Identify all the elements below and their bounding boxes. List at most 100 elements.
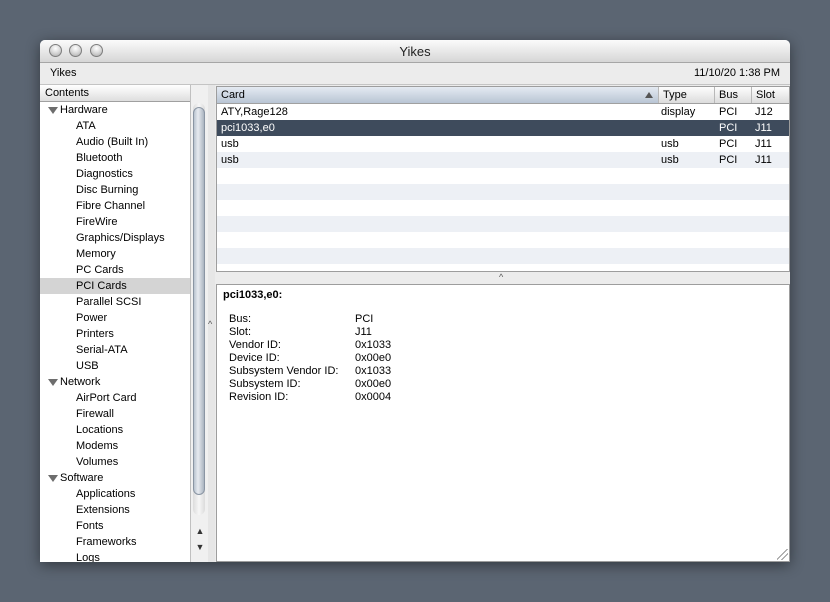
sidebar-item-label: Bluetooth [76, 152, 123, 164]
cell-card: usb [221, 154, 239, 166]
table-row[interactable]: usb usb PCI J11 [217, 152, 789, 168]
sidebar-item-label: Memory [76, 248, 116, 260]
sort-ascending-icon [645, 92, 653, 98]
resize-grip-icon[interactable] [777, 549, 788, 560]
property-value: 0x00e0 [355, 378, 392, 390]
disclosure-triangle-icon[interactable] [48, 475, 58, 482]
sidebar-item-ata[interactable]: ATA [40, 118, 190, 134]
sidebar-item-label: Hardware [60, 104, 108, 116]
sidebar-item-pc-cards[interactable]: PC Cards [40, 262, 190, 278]
property-value: 0x1033 [355, 339, 392, 351]
sidebar-item-serial-ata[interactable]: Serial-ATA [40, 342, 190, 358]
sidebar-item-label: Parallel SCSI [76, 296, 142, 308]
sidebar-item-label: Modems [76, 440, 119, 452]
sidebar-item-label: Volumes [76, 456, 119, 468]
splitter-handle-icon: ^ [499, 272, 504, 282]
sidebar-item-label: Extensions [76, 504, 130, 516]
scroll-down-arrow-icon[interactable]: ▼ [194, 541, 206, 553]
contents-header-label: Contents [45, 87, 90, 99]
sidebar-item-network[interactable]: Network [40, 374, 190, 390]
sidebar-item-diagnostics[interactable]: Diagnostics [40, 166, 190, 182]
table-row[interactable]: ATY,Rage128 display PCI J12 [217, 104, 789, 120]
vertical-splitter[interactable]: ^ [208, 85, 215, 562]
cell-slot: J11 [755, 138, 772, 150]
sidebar-item-label: USB [76, 360, 99, 372]
sidebar-item-label: Serial-ATA [76, 344, 128, 356]
property-row: Device ID: 0x00e0 [229, 352, 529, 365]
cell-bus: PCI [719, 122, 738, 134]
column-header-type[interactable]: Type [659, 87, 715, 103]
sidebar-item-label: FireWire [76, 216, 118, 228]
cell-type: display [661, 106, 696, 118]
cell-card: pci1033,e0 [221, 122, 275, 134]
cell-card: usb [221, 138, 239, 150]
table-row[interactable]: usb usb PCI J11 [217, 136, 789, 152]
property-key: Slot: [229, 326, 252, 338]
sidebar-item-power[interactable]: Power [40, 310, 190, 326]
sidebar-item-label: Applications [76, 488, 136, 500]
title-bar[interactable]: Yikes [40, 40, 790, 63]
datetime: 11/10/20 1:38 PM [693, 67, 780, 79]
sidebar-item-label: PCI Cards [76, 280, 127, 292]
table-header: Card Type Bus Slot [217, 87, 789, 104]
sidebar-item-frameworks[interactable]: Frameworks [40, 534, 190, 550]
sidebar-item-label: Firewall [76, 408, 114, 420]
sidebar-item-firewire[interactable]: FireWire [40, 214, 190, 230]
property-key: Subsystem Vendor ID: [229, 365, 339, 377]
cell-slot: J12 [755, 106, 773, 118]
contents-header[interactable]: Contents [40, 85, 191, 102]
window-title: Yikes [399, 44, 431, 59]
sidebar-item-label: Printers [76, 328, 114, 340]
sidebar-item-pci-cards[interactable]: PCI Cards [40, 278, 190, 294]
column-header-card[interactable]: Card [217, 87, 659, 103]
property-key: Bus: [229, 313, 252, 325]
sidebar-item-disc-burning[interactable]: Disc Burning [40, 182, 190, 198]
sidebar-item-bluetooth[interactable]: Bluetooth [40, 150, 190, 166]
property-value: J11 [355, 326, 372, 338]
property-value: PCI [355, 313, 374, 325]
table-row[interactable]: pci1033,e0 PCI J11 [217, 120, 789, 136]
sidebar-item-usb[interactable]: USB [40, 358, 190, 374]
sidebar-item-firewall[interactable]: Firewall [40, 406, 190, 422]
sidebar-item-audio-built-in[interactable]: Audio (Built In) [40, 134, 190, 150]
sidebar-item-modems[interactable]: Modems [40, 438, 190, 454]
column-header-bus[interactable]: Bus [715, 87, 752, 103]
sidebar-item-printers[interactable]: Printers [40, 326, 190, 342]
cell-slot: J11 [755, 122, 772, 134]
sidebar-item-label: Fonts [76, 520, 104, 532]
property-value: 0x1033 [355, 365, 392, 377]
property-key: Device ID: [229, 352, 280, 364]
info-bar: Yikes 11/10/20 1:38 PM [40, 63, 790, 85]
table-row [217, 184, 789, 200]
sidebar-item-graphics-displays[interactable]: Graphics/Displays [40, 230, 190, 246]
sidebar-item-parallel-scsi[interactable]: Parallel SCSI [40, 294, 190, 310]
sidebar-item-applications[interactable]: Applications [40, 486, 190, 502]
disclosure-triangle-icon[interactable] [48, 107, 58, 114]
sidebar-item-fonts[interactable]: Fonts [40, 518, 190, 534]
sidebar-item-memory[interactable]: Memory [40, 246, 190, 262]
sidebar-item-locations[interactable]: Locations [40, 422, 190, 438]
sidebar-item-volumes[interactable]: Volumes [40, 454, 190, 470]
table-row [217, 200, 789, 216]
contents-tree: Hardware ATA Audio (Built In) Bluetooth Diag… [40, 102, 190, 562]
horizontal-splitter[interactable]: ^ [216, 272, 790, 284]
disclosure-triangle-icon[interactable] [48, 379, 58, 386]
table-row [217, 168, 789, 184]
column-header-slot[interactable]: Slot [752, 87, 789, 103]
scroll-thumb[interactable] [193, 107, 205, 495]
sidebar-item-extensions[interactable]: Extensions [40, 502, 190, 518]
cell-type: usb [661, 138, 679, 150]
cell-type: usb [661, 154, 679, 166]
cell-bus: PCI [719, 106, 738, 118]
scroll-up-arrow-icon[interactable]: ▲ [194, 525, 206, 537]
sidebar-item-fibre-channel[interactable]: Fibre Channel [40, 198, 190, 214]
sidebar-scrollbar[interactable]: ▲ ▼ [190, 85, 209, 562]
sidebar-item-hardware[interactable]: Hardware [40, 102, 190, 118]
property-key: Revision ID: [229, 391, 289, 403]
sidebar-item-label: Network [60, 376, 101, 388]
sidebar-item-software[interactable]: Software [40, 470, 190, 486]
property-row: Subsystem ID: 0x00e0 [229, 378, 529, 391]
cell-card: ATY,Rage128 [221, 106, 288, 118]
sidebar-item-logs[interactable]: Logs [40, 550, 190, 562]
sidebar-item-airport-card[interactable]: AirPort Card [40, 390, 190, 406]
